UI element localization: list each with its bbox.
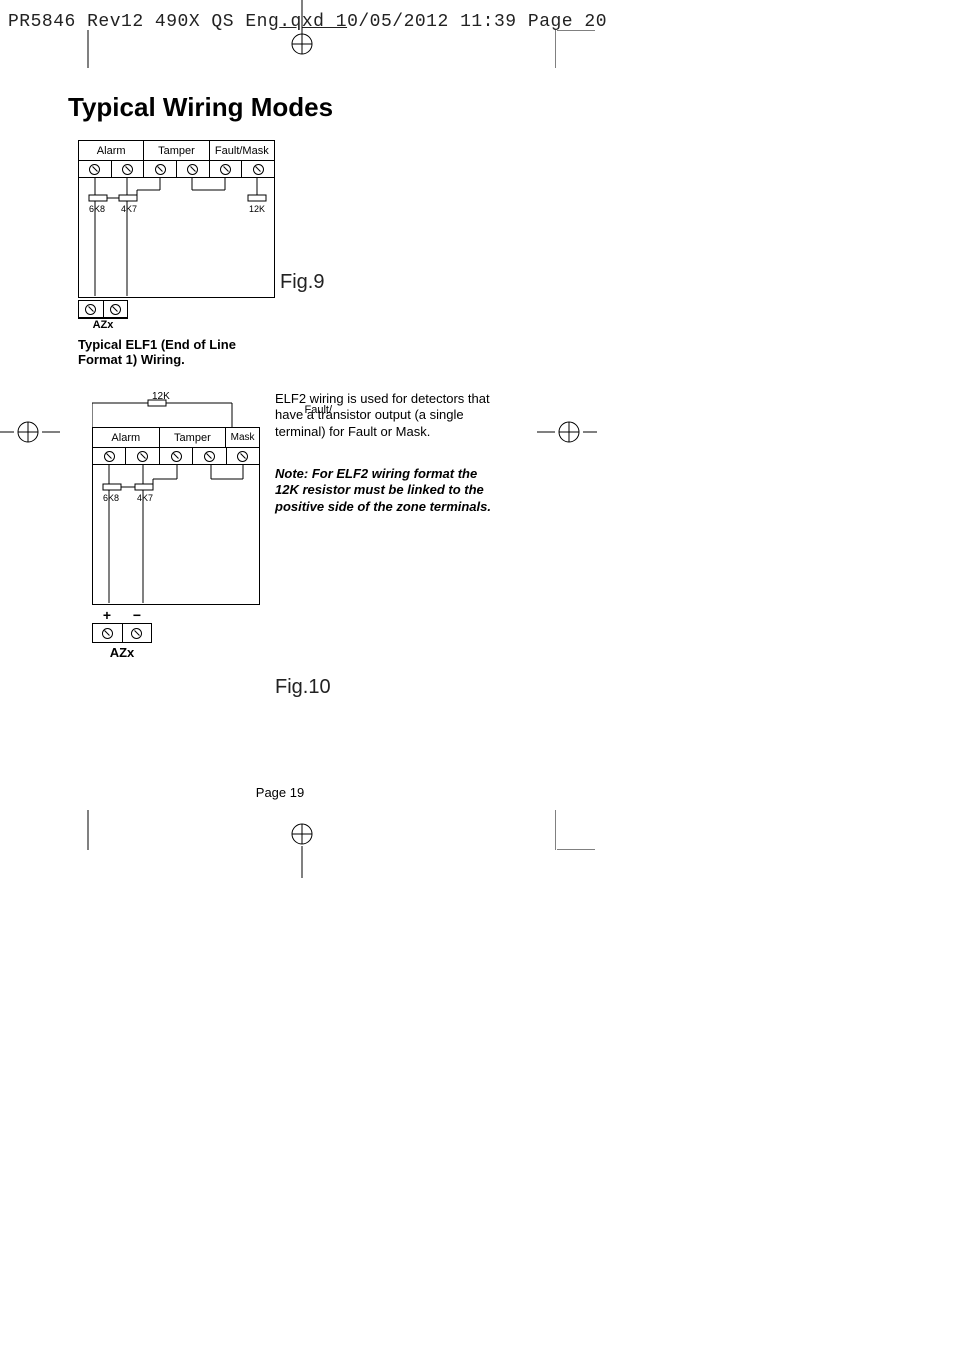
crop-mark-tl xyxy=(50,30,90,75)
terminal-icon xyxy=(89,164,100,175)
terminal-icon xyxy=(253,164,264,175)
hdr-c: 0/05/2012 11:39 Page 20 xyxy=(347,12,607,32)
fig10-label: Fig.10 xyxy=(275,676,331,699)
terminal-icon xyxy=(85,304,96,315)
fig2-lbl-fault-b: Mask xyxy=(226,428,259,447)
terminal-icon xyxy=(104,451,115,462)
terminal-icon xyxy=(110,304,121,315)
note-paragraph: Note: For ELF2 wiring format the 12K res… xyxy=(275,466,503,515)
fig1-lbl-alarm: Alarm xyxy=(79,141,144,160)
terminal-icon xyxy=(155,164,166,175)
fold-mark-bottom-icon xyxy=(287,820,317,883)
plus-sign: + xyxy=(92,607,122,623)
fig1-lbl-tamper: Tamper xyxy=(144,141,209,160)
terminal-icon xyxy=(102,628,113,639)
fig9-label: Fig.9 xyxy=(280,271,324,294)
terminal-icon xyxy=(187,164,198,175)
crop-mark-tr xyxy=(555,30,595,75)
azx-label-b: AZx xyxy=(92,645,152,660)
page-title: Typical Wiring Modes xyxy=(68,92,333,123)
wiring-diagram-icon xyxy=(79,178,274,298)
page-number: Page 19 xyxy=(0,785,560,800)
terminal-icon xyxy=(237,451,248,462)
res-6k8-b: 6K8 xyxy=(103,493,119,503)
res-12k: 12K xyxy=(249,204,265,214)
body-paragraph: ELF2 wiring is used for detectors that h… xyxy=(275,391,503,440)
terminal-icon xyxy=(220,164,231,175)
fig2-lbl-tamper: Tamper xyxy=(160,428,227,447)
res-4k7-b: 4K7 xyxy=(137,493,153,503)
fold-mark-icon xyxy=(287,0,317,58)
azx-label: AZx xyxy=(78,318,128,331)
fig1-lbl-fault: Fault/Mask xyxy=(210,141,274,160)
terminal-icon xyxy=(137,451,148,462)
crop-mark-br xyxy=(555,810,595,855)
terminal-icon xyxy=(171,451,182,462)
terminal-icon xyxy=(131,628,142,639)
fig2-lbl-alarm: Alarm xyxy=(93,428,160,447)
figure-elf1: Alarm Tamper Fault/Mask xyxy=(78,140,275,367)
minus-sign: − xyxy=(122,607,152,623)
res-4k7: 4K7 xyxy=(121,204,137,214)
terminal-icon xyxy=(204,451,215,462)
reg-mark-right xyxy=(537,417,597,452)
terminal-icon xyxy=(122,164,133,175)
wiring-diagram-icon xyxy=(93,465,261,605)
hdr-a: PR5846 Rev12 490X QS Eng xyxy=(8,12,279,32)
crop-mark-bl xyxy=(50,810,90,855)
reg-mark-left xyxy=(0,417,60,452)
res-6k8: 6K8 xyxy=(89,204,105,214)
fig1-caption: Typical ELF1 (End of Line Format 1) Wiri… xyxy=(78,337,275,367)
